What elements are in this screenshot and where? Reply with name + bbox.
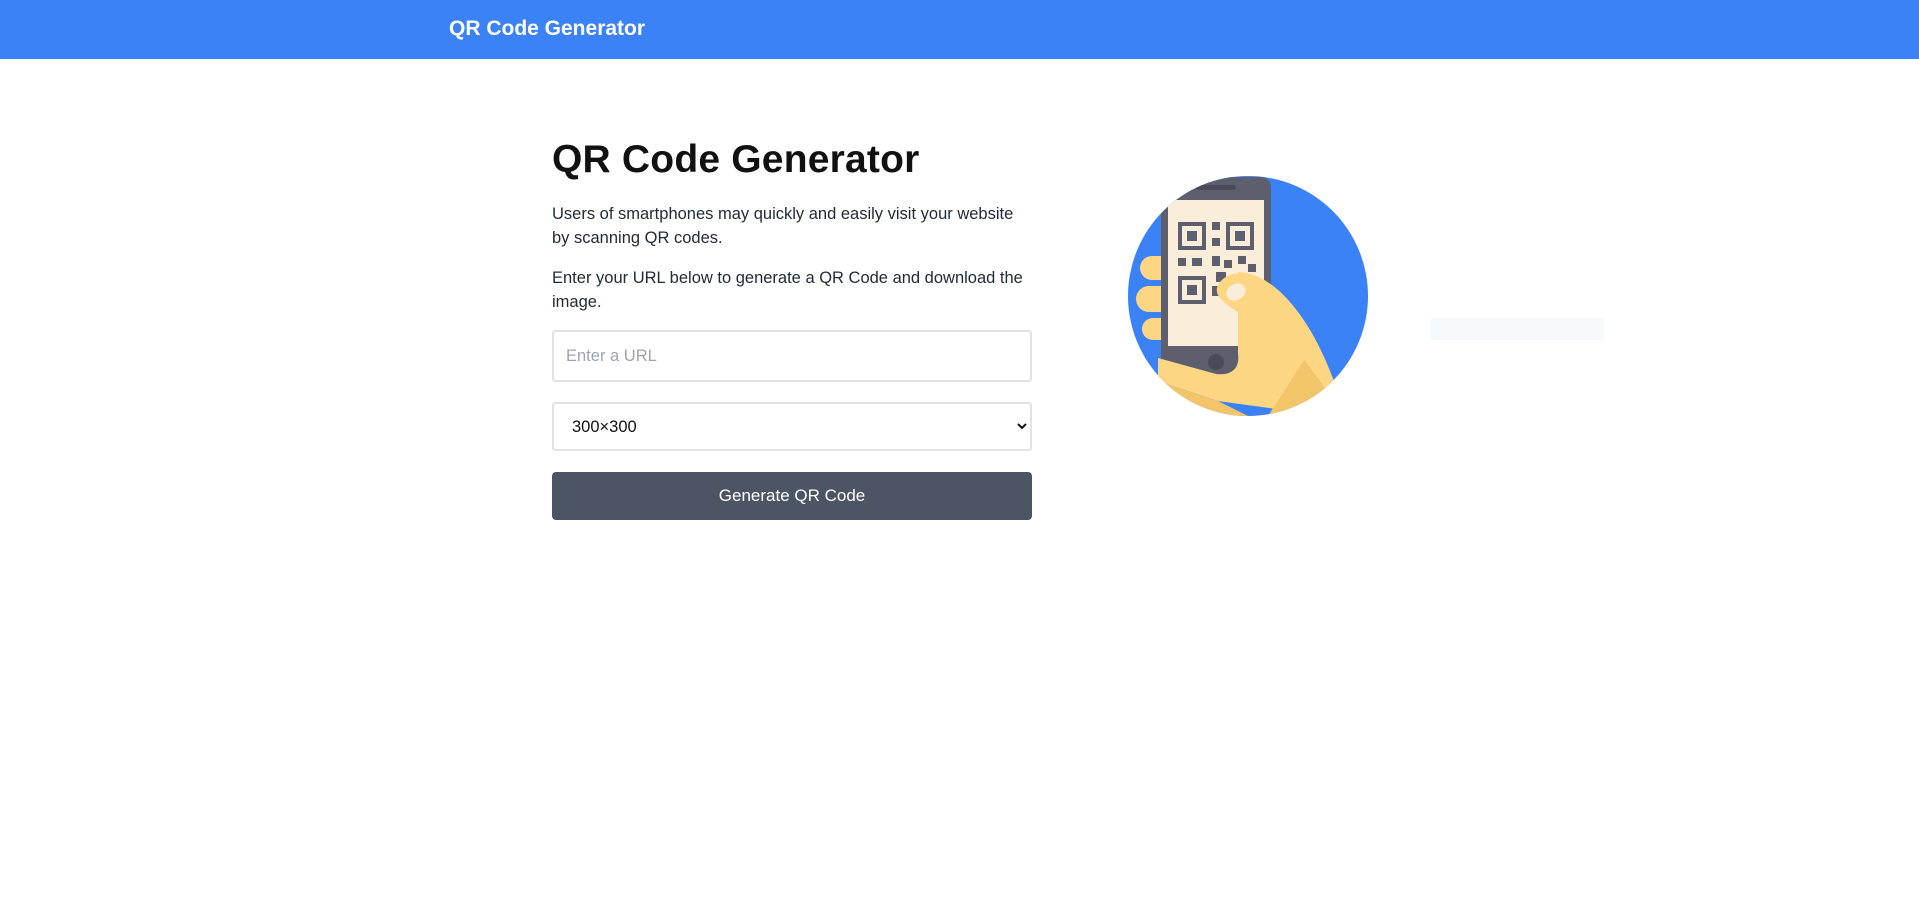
page-title: QR Code Generator [552,138,920,181]
size-select[interactable]: 300×300 [552,402,1032,451]
brand-title[interactable]: QR Code Generator [449,17,645,41]
navbar: QR Code Generator [0,0,1919,59]
url-input[interactable] [552,330,1032,382]
description-text: Users of smartphones may quickly and eas… [552,205,1014,247]
generator-form: QR Code Generator Users of smartphones m… [552,138,1032,520]
instructions-text: Enter your URL below to generate a QR Co… [552,269,1023,311]
qr-code-output [1430,318,1604,340]
phone-scanning-qr-icon [1128,176,1368,416]
generate-qr-button[interactable]: Generate QR Code [552,472,1032,520]
